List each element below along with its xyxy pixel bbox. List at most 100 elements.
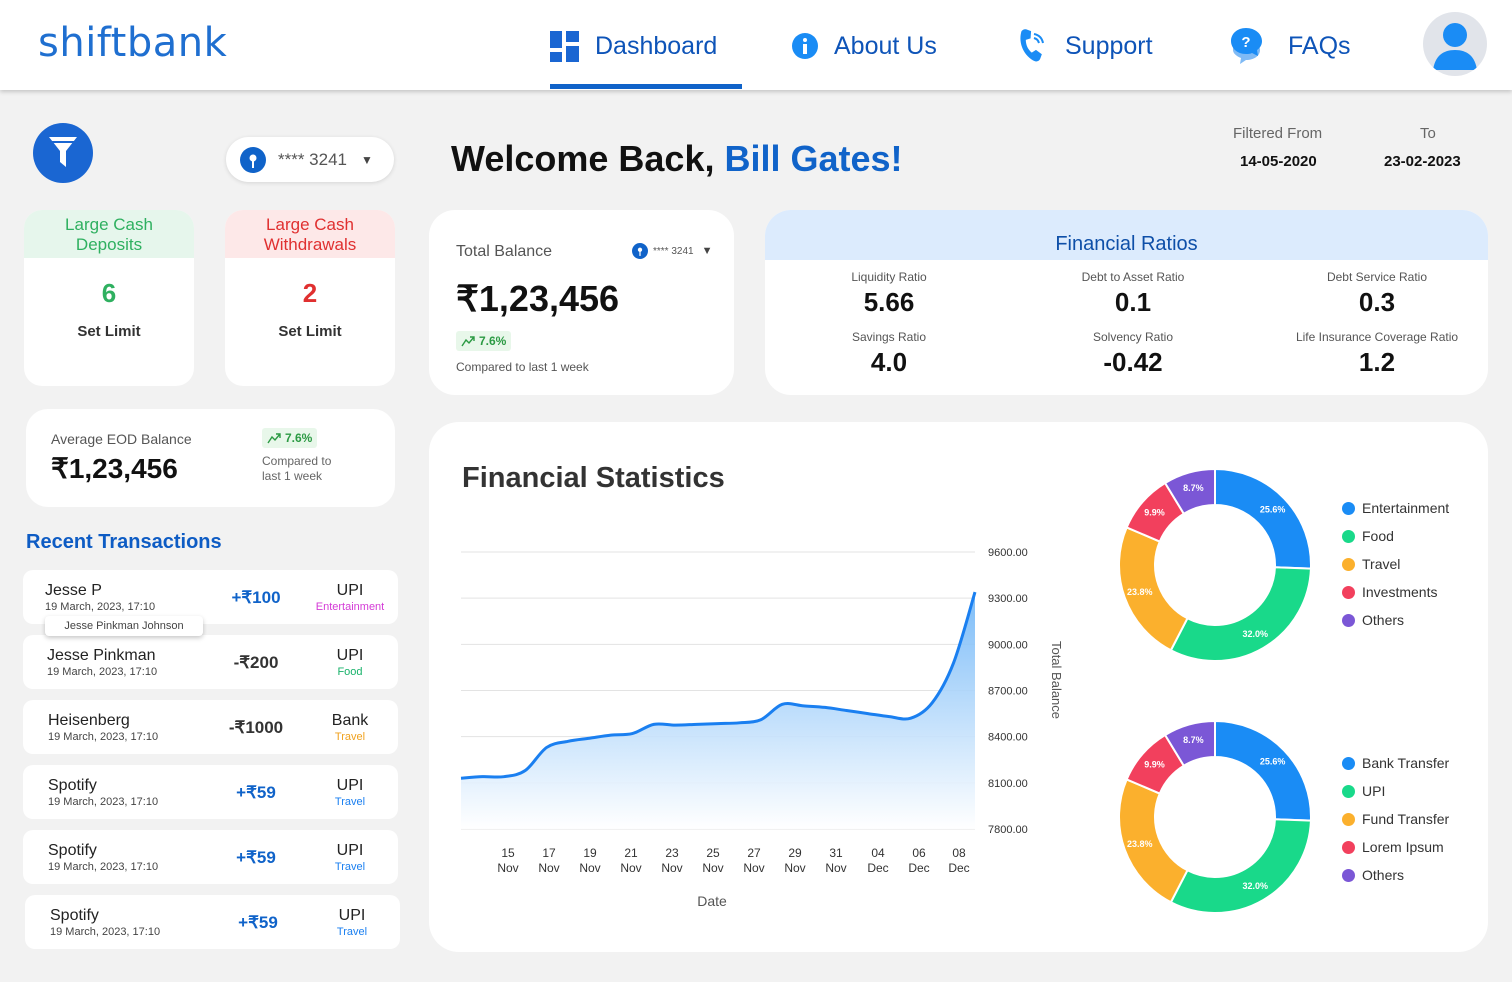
account-select[interactable]: **** 3241 ▼	[226, 137, 394, 182]
donut-legend-payment-modes: Bank Transfer UPI Fund Transfer Lorem Ipsum…	[1342, 749, 1449, 889]
large-cash-withdrawals-card: Large Cash Withdrawals 2 Set Limit	[225, 210, 395, 386]
legend-item[interactable]: Others	[1342, 606, 1449, 634]
total-balance-value: ₹1,23,456	[456, 278, 620, 319]
ratio-value: -0.42	[1103, 347, 1163, 377]
top-navbar: shiftbank Dashboard About Us Support ? F…	[0, 0, 1512, 90]
legend-item[interactable]: Travel	[1342, 550, 1449, 578]
filter-to-label: To	[1420, 125, 1436, 142]
deposits-count: 6	[101, 278, 117, 308]
transaction-row[interactable]: Spotify 19 March, 2023, 17:10 +₹59 UPI Trave…	[23, 765, 398, 819]
deposits-title-line1: Large Cash	[65, 215, 153, 234]
withdrawals-set-limit-button[interactable]: Set Limit	[225, 323, 395, 340]
transaction-row[interactable]: Spotify 19 March, 2023, 17:10 +₹59 UPI Trave…	[25, 895, 400, 949]
transaction-row[interactable]: Heisenberg 19 March, 2023, 17:10 -₹1000 Ban…	[23, 700, 398, 754]
financial-statistics-title: Financial Statistics	[462, 462, 725, 494]
transaction-category: Entertainment	[315, 601, 385, 613]
eod-compare-line2: last 1 week	[262, 469, 323, 483]
transaction-mode: UPI	[338, 907, 366, 924]
transaction-amount: -₹200	[233, 653, 279, 672]
nav-about-us-label: About Us	[834, 31, 937, 60]
transaction-amount: +₹59	[236, 848, 276, 867]
legend-swatch	[1342, 784, 1355, 798]
ratio-label: Debt to Asset Ratio	[1081, 270, 1185, 284]
dashboard-icon	[550, 30, 579, 62]
transaction-row[interactable]: Jesse Pinkman 19 March, 2023, 17:10 -₹200 U…	[23, 635, 398, 689]
user-icon	[1433, 23, 1477, 70]
deposits-set-limit-button[interactable]: Set Limit	[24, 323, 194, 340]
transaction-mode: UPI	[336, 582, 364, 599]
eod-compare-line1: Compared to	[262, 454, 332, 468]
ratio-value: 0.3	[1358, 287, 1396, 317]
legend-label: UPI	[1362, 783, 1386, 799]
legend-item[interactable]: Bank Transfer	[1342, 749, 1449, 777]
filter-to-date[interactable]: 23-02-2023	[1384, 153, 1461, 170]
ratio-label: Debt Service Ratio	[1326, 270, 1428, 284]
withdrawals-title-line2: Withdrawals	[263, 235, 357, 254]
avatar[interactable]	[1423, 12, 1487, 76]
ratio-label: Liquidity Ratio	[851, 270, 927, 284]
legend-item[interactable]: Entertainment	[1342, 494, 1449, 522]
legend-label: Bank Transfer	[1362, 755, 1450, 771]
legend-label: Entertainment	[1362, 500, 1450, 516]
ratio-savings: Savings Ratio 4.0	[779, 330, 999, 378]
transaction-mode: UPI	[336, 647, 364, 664]
legend-label: Others	[1362, 612, 1405, 628]
ratio-debt-service: Debt Service Ratio 0.3	[1267, 270, 1487, 318]
transaction-mode: Bank	[331, 712, 369, 729]
legend-swatch	[1342, 868, 1355, 882]
total-balance-label: Total Balance	[456, 243, 553, 260]
logo[interactable]: shiftbank	[38, 20, 227, 66]
nav-about-us[interactable]: About Us	[792, 24, 937, 68]
transaction-category: Food	[337, 666, 363, 678]
large-cash-deposits-card: Large Cash Deposits 6 Set Limit	[24, 210, 194, 386]
legend-swatch	[1342, 613, 1355, 627]
transaction-row[interactable]: Spotify 19 March, 2023, 17:10 +₹59 UPI Trave…	[23, 830, 398, 884]
ratio-label: Life Insurance Coverage Ratio	[1295, 330, 1459, 344]
legend-item[interactable]: Investments	[1342, 578, 1449, 606]
transaction-category: Travel	[336, 926, 368, 938]
filter-button[interactable]	[33, 123, 93, 183]
transaction-mode: UPI	[336, 842, 364, 859]
legend-item[interactable]: Food	[1342, 522, 1449, 550]
balance-account-number: **** 3241	[653, 245, 694, 257]
legend-item[interactable]: Lorem Ipsum	[1342, 833, 1449, 861]
nav-dashboard-label: Dashboard	[595, 31, 718, 60]
transaction-name: Jesse P	[45, 582, 102, 599]
info-icon	[792, 33, 818, 59]
transaction-category: Travel	[334, 731, 366, 743]
withdrawals-header: Large Cash Withdrawals	[225, 210, 395, 258]
user-name: Bill Gates!	[724, 138, 903, 179]
legend-item[interactable]: UPI	[1342, 777, 1449, 805]
bank-logo-icon	[240, 146, 266, 173]
eod-value: ₹1,23,456	[51, 453, 178, 484]
phone-icon	[1020, 29, 1044, 62]
legend-swatch	[1342, 557, 1355, 571]
legend-item[interactable]: Fund Transfer	[1342, 805, 1449, 833]
ratio-value: 1.2	[1358, 347, 1396, 377]
ratio-solvency: Solvency Ratio -0.42	[1023, 330, 1243, 378]
legend-swatch	[1342, 529, 1355, 543]
legend-label: Travel	[1362, 556, 1401, 572]
deposits-title-line2: Deposits	[75, 235, 143, 254]
filter-from-date[interactable]: 14-05-2020	[1240, 153, 1317, 170]
ratio-life-insurance-coverage: Life Insurance Coverage Ratio 1.2	[1267, 330, 1487, 378]
withdrawals-title-line1: Large Cash	[266, 215, 354, 234]
transaction-name: Spotify	[48, 777, 97, 794]
nav-faqs[interactable]: ? FAQs	[1230, 24, 1351, 68]
legend-label: Fund Transfer	[1362, 811, 1450, 827]
legend-label: Food	[1362, 528, 1394, 544]
trend-up-icon	[267, 433, 281, 444]
eod-label: Average EOD Balance	[51, 431, 192, 447]
legend-item[interactable]: Others	[1342, 861, 1449, 889]
account-number: **** 3241	[278, 149, 348, 169]
filter-icon	[49, 137, 77, 167]
balance-compare: Compared to last 1 week	[456, 360, 589, 374]
transaction-category: Travel	[334, 796, 366, 808]
chevron-down-icon: ▼	[701, 245, 713, 257]
total-balance-card: Total Balance **** 3241 ▼ ₹1,23,456 7.6%…	[429, 210, 734, 395]
balance-account-select[interactable]: **** 3241 ▼	[632, 243, 712, 259]
nav-support[interactable]: Support	[1013, 24, 1153, 68]
svg-text:?: ?	[1241, 34, 1250, 51]
transaction-category: Travel	[334, 861, 366, 873]
nav-dashboard[interactable]: Dashboard	[550, 24, 717, 68]
